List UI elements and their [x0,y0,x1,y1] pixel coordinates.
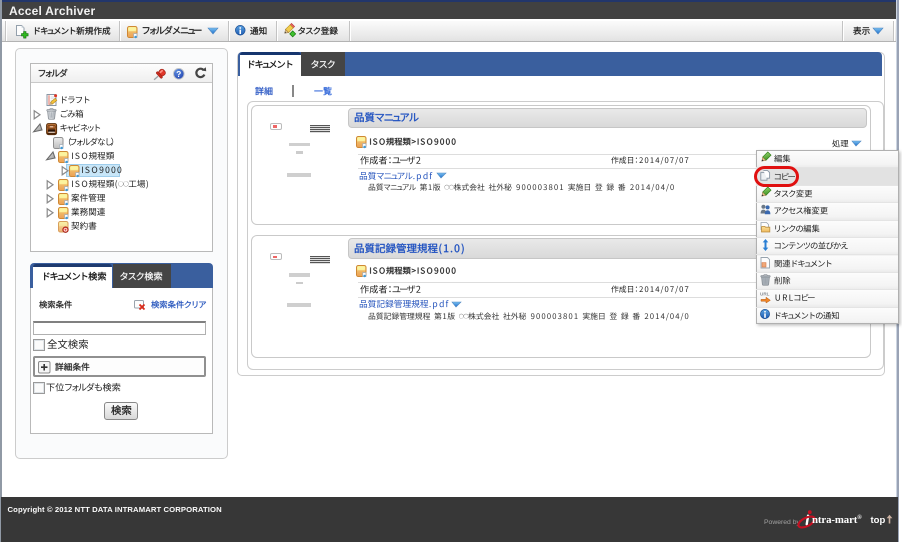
svg-text:URL: URL [760,292,770,297]
svg-text:?: ? [176,69,181,78]
